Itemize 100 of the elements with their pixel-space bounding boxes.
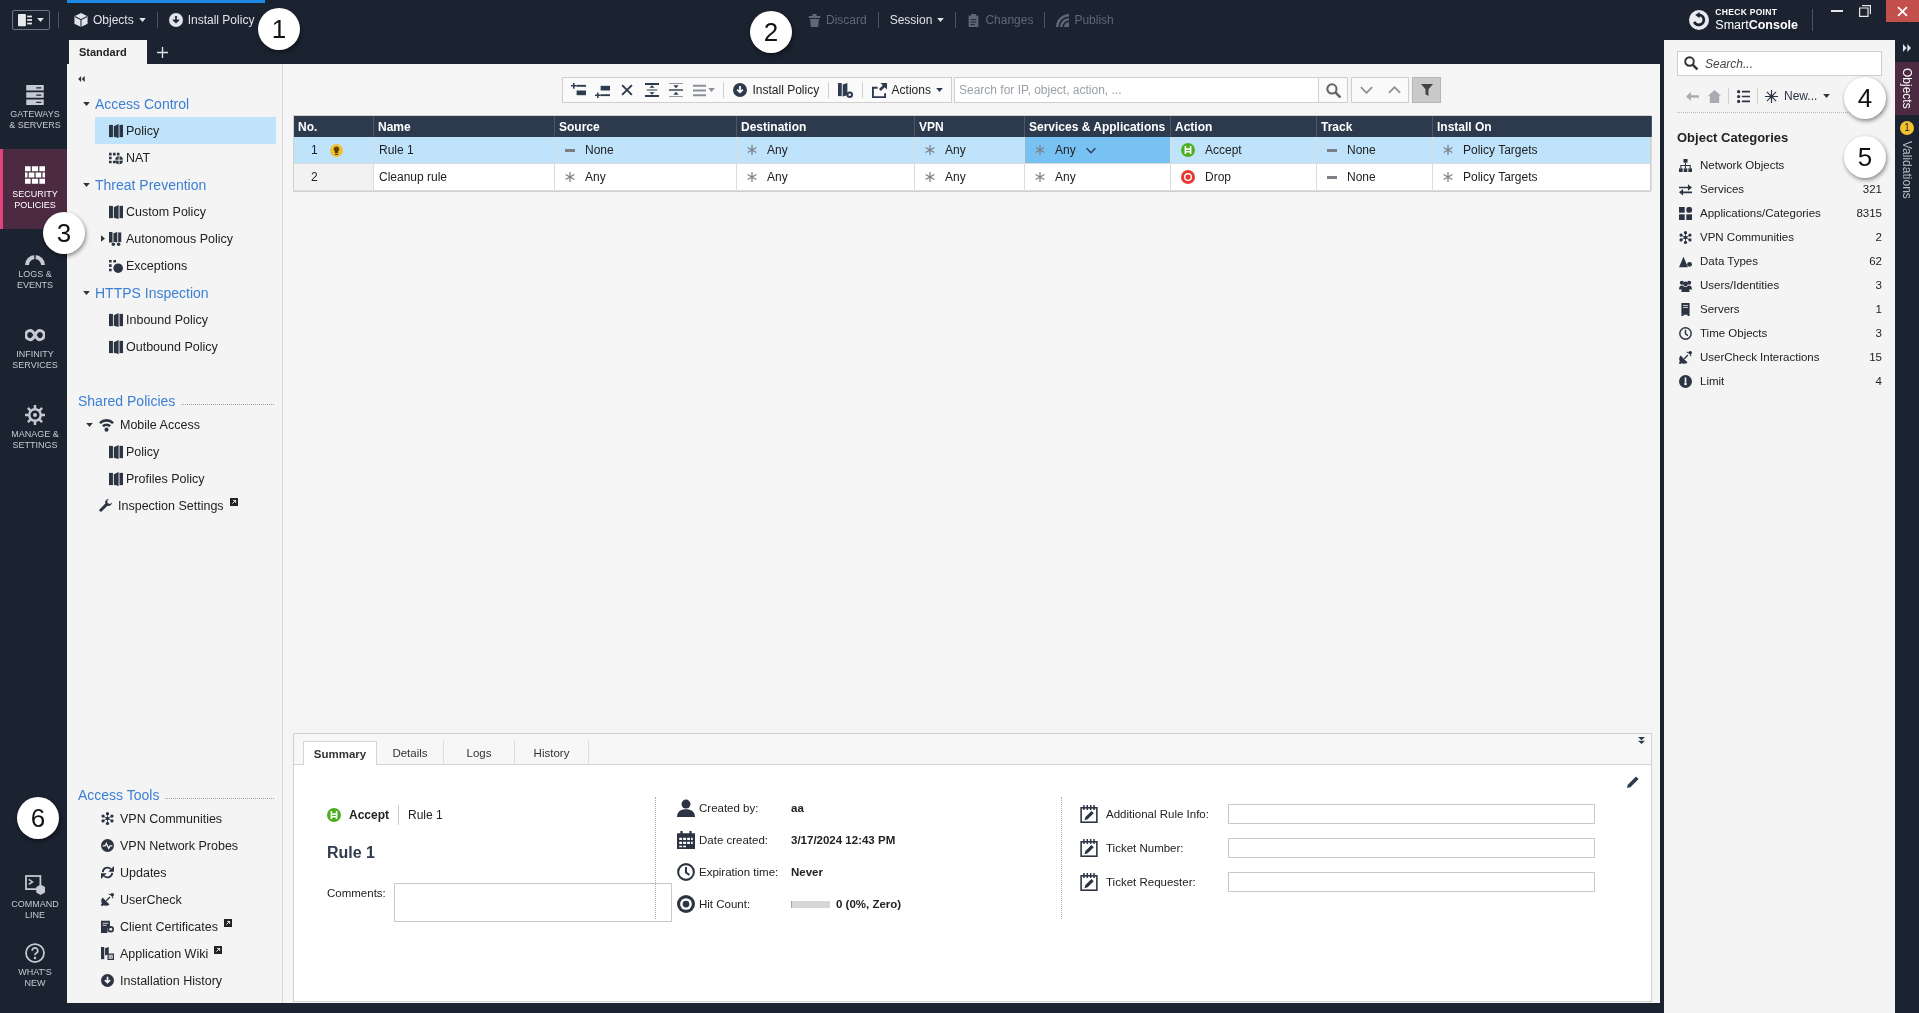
- tool-link[interactable]: Updates: [95, 859, 276, 886]
- tree-item[interactable]: NAT: [95, 144, 276, 171]
- app-menu-button[interactable]: [12, 10, 50, 30]
- category-item[interactable]: Limit 4: [1677, 369, 1882, 393]
- column-header[interactable]: Install On: [1433, 116, 1652, 137]
- side-tab[interactable]: 1 Validations: [1895, 114, 1919, 205]
- close-button[interactable]: [1886, 0, 1919, 22]
- category-item[interactable]: VPN Communities 2: [1677, 225, 1882, 249]
- table-cell[interactable]: 1: [294, 137, 374, 163]
- table-cell[interactable]: Any: [1025, 164, 1171, 190]
- rule-row[interactable]: 2 Cleanup rule Any Any Any Any Drop None Policy Targets: [294, 164, 1650, 191]
- tree-item[interactable]: Exceptions: [95, 252, 276, 279]
- nav-rail-item[interactable]: INFINITY SERVICES: [0, 309, 67, 389]
- tree-section[interactable]: HTTPS Inspection: [67, 279, 209, 306]
- table-cell[interactable]: Accept: [1171, 137, 1317, 163]
- nav-rail-item[interactable]: MANAGE & SETTINGS: [0, 389, 67, 469]
- count-badge: 1: [1900, 120, 1914, 135]
- rule-number: 1: [311, 143, 318, 157]
- edit-button[interactable]: [1627, 775, 1639, 789]
- tree-item[interactable]: Mobile Access: [83, 411, 276, 438]
- tool-link[interactable]: UserCheck: [95, 886, 276, 913]
- input-field[interactable]: [1228, 872, 1595, 892]
- nav-rail-item[interactable]: GATEWAYS & SERVERS: [0, 69, 67, 149]
- book-grid-icon: [101, 947, 114, 960]
- nav-rail-item[interactable]: WHAT'S NEW: [0, 935, 67, 1003]
- category-item[interactable]: Applications/Categories 8315: [1677, 201, 1882, 225]
- tab[interactable]: History: [515, 741, 589, 764]
- install-target-value: Policy Targets: [1463, 170, 1538, 184]
- table-cell[interactable]: Any: [737, 164, 915, 190]
- collapse-pane-button[interactable]: [1638, 737, 1645, 744]
- tool-link[interactable]: Application Wiki: [95, 940, 276, 967]
- destination-value: Any: [767, 170, 788, 184]
- category-item[interactable]: Data Types 62: [1677, 249, 1882, 273]
- category-item[interactable]: UserCheck Interactions 15: [1677, 345, 1882, 369]
- tab[interactable]: Logs: [444, 741, 515, 764]
- table-cell[interactable]: Any: [915, 164, 1025, 190]
- column-header[interactable]: VPN: [915, 116, 1025, 137]
- table-cell[interactable]: Rule 1: [374, 137, 555, 163]
- tool-link[interactable]: VPN Network Probes: [95, 832, 276, 859]
- tree-item[interactable]: Policy: [95, 438, 276, 465]
- tree-item[interactable]: Inbound Policy: [95, 306, 276, 333]
- tree-section[interactable]: Access Control: [67, 90, 190, 117]
- side-tab[interactable]: Objects: [1895, 62, 1919, 115]
- tool-link[interactable]: Client Certificates: [95, 913, 276, 940]
- install-policy-button[interactable]: Install Policy: [729, 79, 824, 101]
- column-header[interactable]: Track: [1317, 116, 1433, 137]
- objects-menu-button[interactable]: Objects: [71, 9, 149, 31]
- category-item[interactable]: Network Objects: [1677, 153, 1787, 177]
- category-item[interactable]: Users/Identities 3: [1677, 273, 1882, 297]
- tree-item[interactable]: Inspection Settings: [83, 492, 276, 519]
- install-icon: [733, 83, 748, 97]
- tree-item[interactable]: Custom Policy: [95, 198, 276, 225]
- tree-item[interactable]: Profiles Policy: [95, 465, 276, 492]
- category-item[interactable]: Servers 1: [1677, 297, 1882, 321]
- table-cell[interactable]: Policy Targets: [1433, 137, 1652, 163]
- table-cell[interactable]: None: [555, 137, 737, 163]
- rule-row[interactable]: 1 Rule 1 None Any Any Any Accept None Policy Targets: [294, 137, 1650, 164]
- tab[interactable]: Summary: [303, 741, 377, 765]
- track-value: None: [1347, 143, 1376, 157]
- grid-dot-icon: [109, 258, 123, 273]
- column-header[interactable]: Services & Applications: [1025, 116, 1171, 137]
- table-cell[interactable]: Drop: [1171, 164, 1317, 190]
- column-header[interactable]: Destination: [737, 116, 915, 137]
- column-header[interactable]: Name: [374, 116, 555, 137]
- search-field[interactable]: Search...: [1677, 51, 1882, 76]
- search-button[interactable]: [1319, 77, 1348, 103]
- drop-icon: [1181, 170, 1195, 184]
- column-header[interactable]: Action: [1171, 116, 1317, 137]
- session-menu-button[interactable]: Session: [886, 9, 948, 31]
- tool-link[interactable]: Installation History: [95, 967, 276, 994]
- tree-item[interactable]: Autonomous Policy: [95, 225, 276, 252]
- policy-tab[interactable]: Standard: [69, 40, 147, 64]
- tree-section[interactable]: Threat Prevention: [67, 171, 207, 198]
- table-cell[interactable]: Any: [737, 137, 915, 163]
- table-cell[interactable]: None: [1317, 164, 1433, 190]
- table-cell[interactable]: Policy Targets: [1433, 164, 1652, 190]
- tree-item[interactable]: Outbound Policy: [95, 333, 276, 360]
- tool-link[interactable]: VPN Communities: [95, 805, 276, 832]
- input-field[interactable]: [1228, 838, 1595, 858]
- new-object-button[interactable]: New...: [1761, 85, 1835, 107]
- install-policy-button[interactable]: Install Policy: [165, 9, 258, 31]
- tree-item[interactable]: Policy: [95, 117, 276, 144]
- actions-button[interactable]: Actions: [867, 79, 947, 101]
- category-item[interactable]: Time Objects 3: [1677, 321, 1882, 345]
- table-cell[interactable]: Any: [1025, 137, 1171, 163]
- add-tab-button[interactable]: [157, 46, 168, 58]
- filter-button[interactable]: [1412, 77, 1441, 103]
- column-header[interactable]: No.: [294, 116, 374, 137]
- column-header[interactable]: Source: [555, 116, 737, 137]
- nav-rail-item[interactable]: COMMAND LINE: [0, 867, 67, 935]
- table-cell[interactable]: Cleanup rule: [374, 164, 555, 190]
- category-item[interactable]: Services 321: [1677, 177, 1882, 201]
- input-field[interactable]: [1228, 804, 1595, 824]
- rule-number: 2: [311, 170, 318, 184]
- search-field[interactable]: Search for IP, object, action, ...: [954, 77, 1319, 103]
- table-cell[interactable]: Any: [555, 164, 737, 190]
- tab[interactable]: Details: [377, 741, 444, 764]
- comments-field[interactable]: [394, 883, 672, 922]
- table-cell[interactable]: None: [1317, 137, 1433, 163]
- table-cell[interactable]: 2: [294, 164, 374, 190]
